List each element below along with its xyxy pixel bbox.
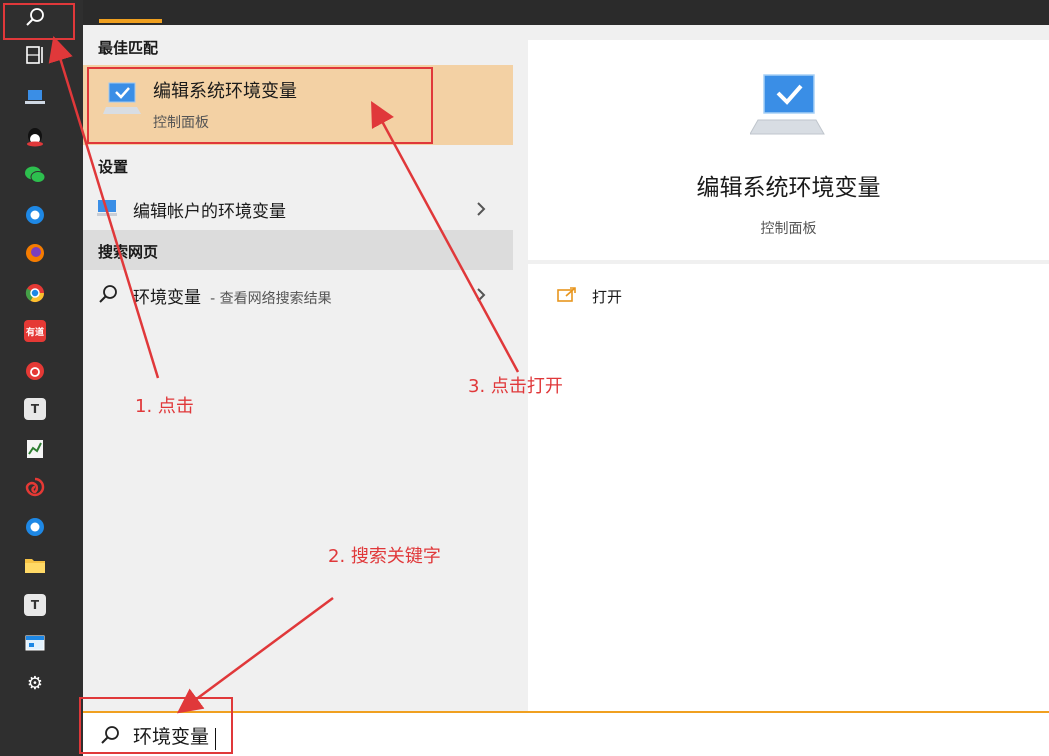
tab-accent-indicator <box>99 19 162 23</box>
annotation-step2: 2. 搜索关键字 <box>328 546 441 567</box>
web-search-header: 搜索网页 <box>98 243 159 261</box>
open-external-icon <box>556 286 578 308</box>
chart-app-icon[interactable] <box>24 438 46 460</box>
web-search-result-item[interactable]: 环境变量 - 查看网络搜索结果 <box>83 275 513 315</box>
browser-icon-2[interactable] <box>24 516 46 538</box>
chevron-right-icon[interactable] <box>475 200 487 222</box>
window-app-icon[interactable] <box>24 632 46 654</box>
annotation-box-search <box>3 3 75 40</box>
chrome-icon[interactable] <box>24 282 46 304</box>
folder-icon[interactable] <box>24 554 46 576</box>
settings-item-label: 编辑帐户的环境变量 <box>133 202 286 222</box>
typora-icon-2[interactable]: T <box>24 594 46 616</box>
browser-icon[interactable] <box>24 204 46 226</box>
swirl-app-icon[interactable] <box>24 476 46 498</box>
annotation-box-best-match <box>87 67 433 144</box>
web-query-suffix: - 查看网络搜索结果 <box>210 291 332 307</box>
preview-actions: 打开 <box>528 264 1049 711</box>
search-icon <box>97 283 119 309</box>
wechat-icon[interactable] <box>24 164 46 186</box>
web-search-header-band: 搜索网页 <box>83 230 513 270</box>
web-query-text: 环境变量 <box>133 288 201 308</box>
typora-icon[interactable]: T <box>24 398 46 420</box>
annotation-box-search-input <box>79 697 233 754</box>
open-label: 打开 <box>592 288 623 306</box>
settings-gear-icon[interactable]: ⚙ <box>24 672 46 694</box>
firefox-icon[interactable] <box>24 242 46 264</box>
left-app-rail: 有道 T T ⚙ <box>0 0 83 756</box>
preview-subtitle: 控制面板 <box>760 221 817 237</box>
annotation-step3: 3. 点击打开 <box>468 376 563 397</box>
monitor-settings-icon <box>96 198 118 222</box>
best-match-header: 最佳匹配 <box>98 39 159 57</box>
settings-result-item[interactable]: 编辑帐户的环境变量 <box>83 189 513 229</box>
laptop-icon[interactable] <box>24 86 46 108</box>
annotation-step1: 1. 点击 <box>135 396 194 417</box>
preview-card: 编辑系统环境变量 控制面板 <box>528 40 1049 260</box>
task-view-icon[interactable] <box>24 44 46 66</box>
qq-icon[interactable] <box>24 126 46 148</box>
chevron-right-icon[interactable] <box>475 286 487 308</box>
netease-music-icon[interactable] <box>24 360 46 382</box>
preview-title: 编辑系统环境变量 <box>696 175 881 201</box>
open-action[interactable]: 打开 <box>556 286 756 314</box>
system-properties-large-icon <box>749 72 826 144</box>
settings-header: 设置 <box>98 158 129 176</box>
youdao-icon[interactable]: 有道 <box>24 320 46 342</box>
preview-panel: 编辑系统环境变量 控制面板 打开 <box>513 25 1049 711</box>
